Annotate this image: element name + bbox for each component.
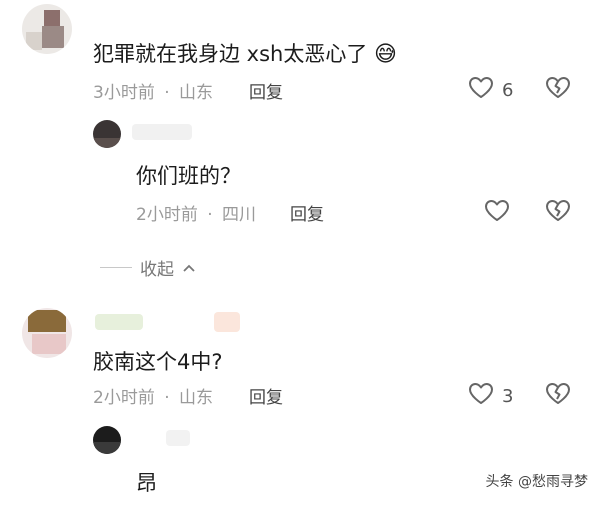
comment-meta: 3小时前 · 山东: [93, 78, 213, 103]
reply-username-blurred: [166, 430, 190, 446]
like-count: 6: [502, 79, 514, 101]
like-count: 3: [502, 385, 514, 407]
username-blurred: [214, 312, 240, 332]
collapse-divider-line: [100, 267, 132, 268]
comment-meta: 2小时前 · 山东: [93, 383, 213, 408]
reply-username-blurred: [132, 124, 192, 140]
avatar[interactable]: [22, 4, 72, 54]
reply-meta: 2小时前 · 四川: [136, 200, 256, 225]
like-button[interactable]: 3: [468, 382, 513, 410]
avatar[interactable]: [22, 308, 72, 358]
reply-text: 昂: [136, 471, 157, 495]
separator-dot: ·: [164, 83, 170, 103]
dislike-broken-heart-icon[interactable]: [545, 382, 571, 410]
grinning-sweat-emoji-icon: 😅: [374, 42, 397, 67]
comment-time: 3小时前: [93, 83, 155, 103]
chevron-up-icon: [182, 258, 196, 278]
collapse-replies-button[interactable]: 收起: [100, 255, 196, 280]
comment-location: 山东: [179, 83, 214, 103]
reply-location: 四川: [222, 205, 257, 225]
watermark: 头条 @愁雨寻梦: [485, 471, 588, 491]
like-button[interactable]: 6: [468, 76, 513, 104]
separator-dot: ·: [164, 388, 170, 408]
reply-time: 2小时前: [136, 205, 198, 225]
comment-section: 犯罪就在我身边 xsh太恶心了 😅 3小时前 · 山东 回复 6 你们班的？ 2…: [0, 0, 600, 505]
collapse-label: 收起: [140, 260, 174, 280]
reply-text: 你们班的？: [136, 164, 241, 188]
reply-button[interactable]: 回复: [249, 383, 283, 408]
heart-icon[interactable]: [484, 199, 510, 227]
comment-location: 山东: [179, 388, 214, 408]
separator-dot: ·: [207, 205, 213, 225]
dislike-broken-heart-icon[interactable]: [545, 199, 571, 227]
heart-icon: [468, 76, 494, 104]
comment-text: 犯罪就在我身边 xsh太恶心了 😅: [93, 38, 397, 68]
reply-button[interactable]: 回复: [290, 200, 324, 225]
heart-icon: [468, 382, 494, 410]
username-blurred: [95, 314, 143, 330]
reply-button[interactable]: 回复: [249, 78, 283, 103]
comment-text: 胶南这个4中?: [93, 350, 223, 374]
comment-text-content: 犯罪就在我身边 xsh太恶心了: [93, 42, 368, 66]
reply-avatar[interactable]: [93, 426, 121, 454]
dislike-broken-heart-icon[interactable]: [545, 76, 571, 104]
reply-avatar[interactable]: [93, 120, 121, 148]
comment-time: 2小时前: [93, 388, 155, 408]
